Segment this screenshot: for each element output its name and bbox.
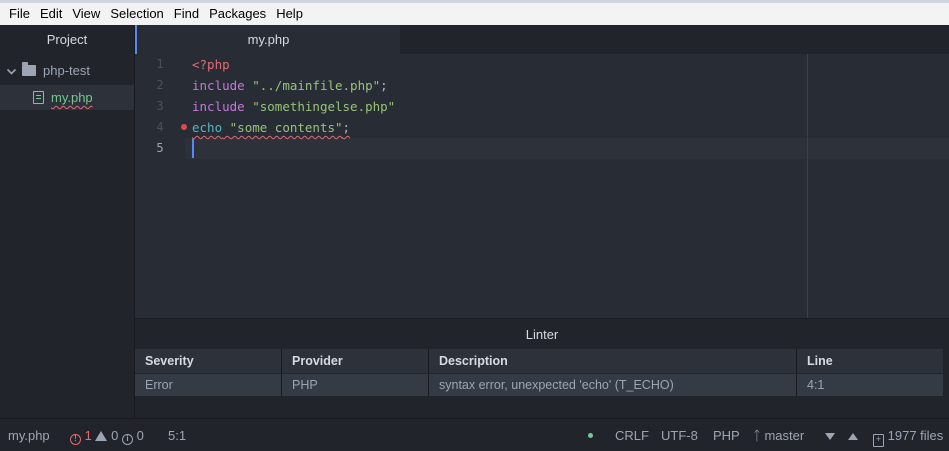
line-number: 5 <box>156 141 164 155</box>
code-token: ; <box>342 120 351 135</box>
file-text-icon <box>33 91 44 104</box>
tab-bar: Project my.php <box>0 25 949 54</box>
column-header-line[interactable]: Line <box>797 349 943 373</box>
cell-line: 4:1 <box>807 378 825 392</box>
line-number: 3 <box>156 99 164 113</box>
code-token: "some contents" <box>229 120 343 135</box>
text-cursor <box>192 139 194 158</box>
info-icon: i <box>121 434 133 445</box>
menu-help[interactable]: Help <box>271 3 308 25</box>
lint-error-marker-icon[interactable] <box>181 124 187 130</box>
files-count: 1977 files <box>887 428 944 443</box>
git-branch-icon: ᛏ <box>753 428 761 443</box>
status-dot-icon <box>588 419 593 451</box>
branch-name: master <box>764 428 805 443</box>
menu-view[interactable]: View <box>67 3 105 25</box>
wrap-guide <box>807 54 808 318</box>
warning-icon <box>95 431 108 441</box>
menu-find[interactable]: Find <box>169 3 204 25</box>
tree-project-folder[interactable]: php-test <box>0 58 134 83</box>
status-encoding[interactable]: UTF-8 <box>661 419 698 451</box>
code-line: <?php <box>192 54 230 75</box>
cell-severity: Error <box>135 374 282 396</box>
info-count: 0 <box>136 428 144 443</box>
status-line-ending[interactable]: CRLF <box>615 419 649 451</box>
tree-file-item[interactable]: my.php <box>0 85 134 110</box>
column-header-provider[interactable]: Provider <box>282 349 429 373</box>
active-line-highlight <box>185 138 949 159</box>
tree-view: php-test my.php <box>0 54 135 418</box>
code-line: echo "some contents"; <box>192 117 350 138</box>
text-editor[interactable]: 1 2 3 4 5 <?php include "../mainfile.php"… <box>135 54 949 318</box>
menu-bar: File Edit View Selection Find Packages H… <box>0 0 949 25</box>
status-bar: my.php ! 1 0 i 0 5:1 CRLF UTF-8 PHP ᛏ ma… <box>0 418 949 451</box>
code-token: "somethingelse.php" <box>252 99 396 114</box>
line-number: 4 <box>156 120 164 134</box>
code-token: include <box>192 99 245 114</box>
table-row[interactable]: Error PHP syntax error, unexpected 'echo… <box>135 374 943 396</box>
status-branch[interactable]: ᛏ master <box>753 419 804 451</box>
menu-selection[interactable]: Selection <box>105 3 168 25</box>
code-line: include "somethingelse.php" <box>192 96 395 117</box>
linter-table: Severity Provider Description Line Error… <box>135 349 943 396</box>
status-file-name[interactable]: my.php <box>8 419 50 451</box>
cell-description: syntax error, unexpected 'echo' (T_ECHO) <box>429 374 797 396</box>
file-diff-icon: + <box>873 434 884 447</box>
column-header-severity[interactable]: Severity <box>135 349 282 373</box>
arrow-down-icon <box>825 433 835 440</box>
arrow-up-icon <box>848 433 859 440</box>
warning-count: 0 <box>111 428 119 443</box>
code-line: include "../mainfile.php"; <box>192 75 388 96</box>
status-cursor-position[interactable]: 5:1 <box>168 419 186 451</box>
status-files[interactable]: + 1977 files <box>873 419 943 451</box>
status-grammar[interactable]: PHP <box>713 419 740 451</box>
status-lint-counts[interactable]: ! 1 0 i 0 <box>70 419 144 451</box>
tab-project[interactable]: Project <box>0 25 135 54</box>
code-token: include <box>192 78 245 93</box>
tree-file-name: my.php <box>51 90 93 105</box>
linter-table-header: Severity Provider Description Line <box>135 349 943 373</box>
menu-file[interactable]: File <box>4 3 35 25</box>
error-count: 1 <box>84 428 92 443</box>
code-token: echo <box>192 120 223 135</box>
chevron-down-icon <box>6 63 17 78</box>
error-icon: ! <box>70 434 81 445</box>
line-number: 2 <box>156 78 164 92</box>
linter-panel: Linter Severity Provider Description Lin… <box>135 318 949 418</box>
cell-provider: PHP <box>282 374 429 396</box>
menu-packages[interactable]: Packages <box>204 3 271 25</box>
folder-icon <box>22 62 36 76</box>
menu-edit[interactable]: Edit <box>35 3 67 25</box>
column-header-description[interactable]: Description <box>429 349 797 373</box>
linter-title: Linter <box>525 327 559 342</box>
line-number: 1 <box>156 57 164 71</box>
tab-my-php[interactable]: my.php <box>135 25 400 54</box>
code-token: "../mainfile.php" <box>252 78 381 93</box>
status-fetch[interactable] <box>825 419 859 451</box>
tree-project-name: php-test <box>43 63 90 78</box>
code-token: ; <box>380 78 388 93</box>
code-token: <?php <box>192 57 230 72</box>
